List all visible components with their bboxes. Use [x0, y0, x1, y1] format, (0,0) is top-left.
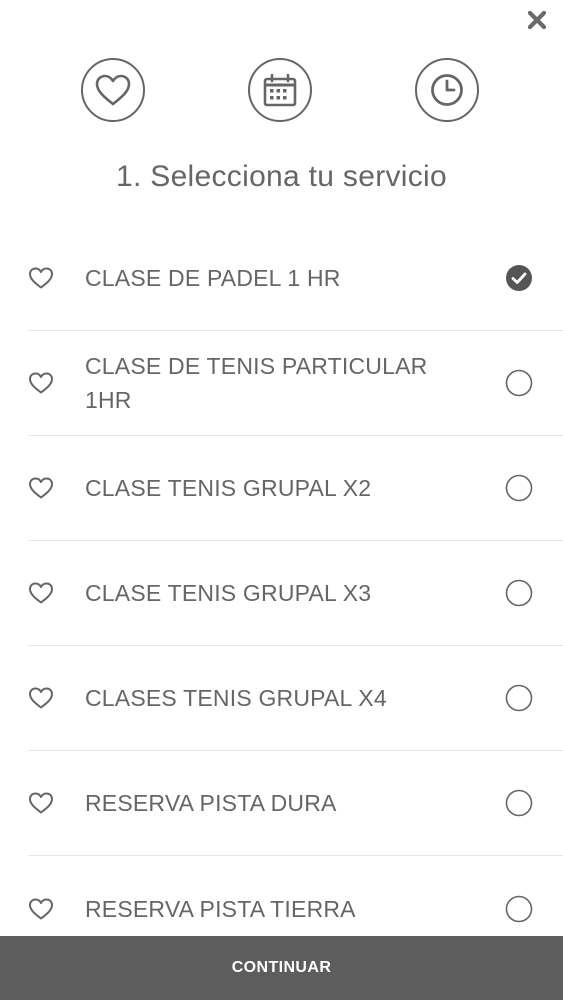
service-item[interactable]: CLASE TENIS GRUPAL X2 [28, 436, 563, 541]
service-item[interactable]: CLASE DE TENIS PARTICULAR 1HR [28, 331, 563, 436]
radio-unchecked-icon[interactable] [505, 789, 533, 817]
heart-icon[interactable] [28, 791, 54, 815]
calendar-icon [263, 73, 297, 107]
service-item[interactable]: CLASE DE PADEL 1 HR [28, 226, 563, 331]
close-icon [527, 10, 547, 30]
service-label: CLASE TENIS GRUPAL X3 [85, 580, 372, 606]
checked-circle-icon[interactable] [505, 264, 533, 292]
heart-icon[interactable] [28, 897, 54, 921]
service-list: CLASE DE PADEL 1 HR CLASE DE TENIS PARTI… [0, 226, 563, 961]
radio-unchecked-icon[interactable] [505, 474, 533, 502]
heart-icon[interactable] [28, 371, 54, 395]
page-title: 1. Selecciona tu servicio [116, 160, 447, 193]
radio-unchecked-icon[interactable] [505, 895, 533, 923]
close-button[interactable] [523, 6, 551, 34]
service-selection-screen: 1. Selecciona tu servicio CLASE DE PADEL… [0, 0, 563, 1000]
step-time[interactable] [415, 58, 479, 122]
radio-unchecked-icon[interactable] [505, 369, 533, 397]
continue-button[interactable]: CONTINUAR [0, 936, 563, 1000]
step-favorite[interactable] [81, 58, 145, 122]
service-item[interactable]: CLASE TENIS GRUPAL X3 [28, 541, 563, 646]
heart-icon[interactable] [28, 581, 54, 605]
service-item[interactable]: CLASES TENIS GRUPAL X4 [28, 646, 563, 751]
service-label: RESERVA PISTA DURA [85, 790, 337, 816]
radio-unchecked-icon[interactable] [505, 684, 533, 712]
service-label: CLASE DE TENIS PARTICULAR 1HR [85, 353, 428, 413]
heart-icon[interactable] [28, 266, 54, 290]
service-label: RESERVA PISTA TIERRA [85, 895, 356, 922]
service-label: CLASES TENIS GRUPAL X4 [85, 685, 387, 711]
service-label: CLASE TENIS GRUPAL X2 [85, 475, 372, 501]
service-label: CLASE DE PADEL 1 HR [85, 265, 341, 291]
step-date[interactable] [248, 58, 312, 122]
heart-icon [95, 74, 131, 106]
service-item[interactable]: RESERVA PISTA DURA [28, 751, 563, 856]
radio-unchecked-icon[interactable] [505, 579, 533, 607]
step-indicator [0, 58, 563, 126]
heart-icon[interactable] [28, 476, 54, 500]
clock-icon [431, 74, 463, 106]
heart-icon[interactable] [28, 686, 54, 710]
